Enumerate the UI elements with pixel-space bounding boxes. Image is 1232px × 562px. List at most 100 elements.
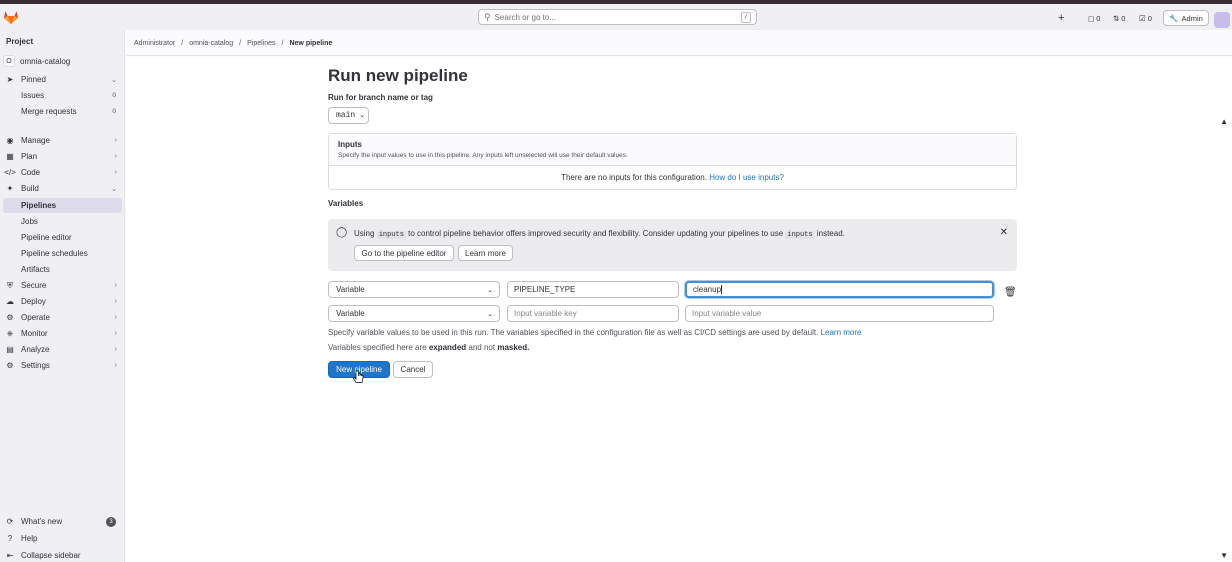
chevron-right-icon: › — [114, 298, 117, 305]
sidebar-item-whats-new[interactable]: ⟳ What's new 3 — [3, 514, 122, 529]
sidebar-item-pipeline-schedules[interactable]: Pipeline schedules — [3, 246, 122, 261]
search-input[interactable]: ⚲ Search or go to... / — [478, 9, 757, 25]
deploy-icon: ☁ — [6, 297, 14, 306]
sidebar-item-build[interactable]: ✦ Build ⌄ — [3, 181, 122, 196]
search-shortcut-hint: / — [741, 12, 751, 23]
sidebar-item-label: Merge requests — [21, 107, 77, 116]
rocket-icon: ✦ — [6, 184, 14, 193]
variable-value-input[interactable]: cleanup — [685, 281, 994, 298]
sidebar-item-artifacts[interactable]: Artifacts — [3, 262, 122, 277]
sidebar-item-analyze[interactable]: ▤ Analyze › — [3, 342, 122, 357]
variable-type-select[interactable]: Variable ⌄ — [328, 305, 500, 322]
plus-icon: + — [1058, 12, 1065, 24]
sidebar-item-label: Operate — [21, 313, 50, 322]
inputs-card: Inputs Specify the input values to use i… — [328, 133, 1017, 190]
sidebar-item-settings[interactable]: ⚙ Settings › — [3, 358, 122, 373]
sidebar-item-manage[interactable]: ◉ Manage › — [3, 133, 122, 148]
close-icon[interactable]: ✕ — [1000, 227, 1008, 238]
chevron-down-icon: ⌄ — [487, 286, 493, 294]
admin-button[interactable]: 🔧 Admin — [1163, 10, 1209, 26]
variable-key-input[interactable]: Input variable key — [507, 305, 679, 322]
pin-icon: ➤ — [6, 75, 14, 84]
todos-button[interactable]: ☑ 0 — [1139, 11, 1152, 25]
project-switcher[interactable]: O omnia-catalog — [3, 53, 123, 69]
breadcrumb-item[interactable]: omnia-catalog — [189, 40, 233, 47]
sidebar-item-label: Pinned — [21, 75, 46, 84]
variable-type-select[interactable]: Variable ⌄ — [328, 281, 500, 298]
sidebar-item-label: Build — [21, 184, 39, 193]
sidebar-item-deploy[interactable]: ☁ Deploy › — [3, 294, 122, 309]
breadcrumb-separator: / — [239, 40, 242, 47]
sidebar-item-label: Secure — [21, 281, 47, 290]
gitlab-logo-icon[interactable] — [3, 10, 19, 24]
collapse-sidebar-button[interactable]: ⇤ Collapse sidebar — [3, 548, 122, 562]
breadcrumb-item[interactable]: Pipelines — [247, 40, 275, 47]
create-new-button[interactable]: + — [1058, 11, 1064, 25]
sidebar-item-secure[interactable]: ⛨ Secure › — [3, 278, 122, 293]
search-placeholder: Search or go to... — [494, 12, 556, 22]
todo-checkbox-icon: ☑ — [1139, 13, 1146, 23]
alert-text: instead. — [816, 229, 845, 238]
inputs-title: Inputs — [338, 140, 362, 149]
sidebar-item-label: Pipelines — [21, 201, 57, 210]
sidebar-heading: Project — [6, 37, 34, 46]
sidebar-item-label: Pipeline editor — [21, 233, 72, 242]
branch-selector[interactable]: main ⌄ — [328, 107, 369, 124]
admin-label: Admin — [1181, 13, 1203, 23]
branch-value: main — [336, 111, 356, 120]
chevron-down-icon: ⌄ — [487, 310, 493, 318]
sidebar-item-label: Artifacts — [21, 265, 50, 274]
variable-key-input[interactable]: PIPELINE_TYPE — [507, 281, 679, 298]
trash-icon[interactable]: 🗑 — [1004, 287, 1017, 298]
user-avatar[interactable] — [1214, 12, 1230, 28]
sidebar-item-label: Manage — [21, 136, 50, 145]
alert-code: inputs — [376, 231, 406, 239]
sidebar-item-code[interactable]: </> Code › — [3, 165, 122, 180]
sidebar-item-pipelines[interactable]: Pipelines — [3, 198, 122, 213]
sidebar-item-plan[interactable]: ▦ Plan › — [3, 149, 122, 164]
issues-button[interactable]: ◻ 0 — [1088, 11, 1100, 25]
top-bar: ⚲ Search or go to... / + ◻ 0 ⇅ 0 ☑ 0 🔧 A… — [0, 4, 1232, 30]
sidebar-item-merge-requests[interactable]: Merge requests 0 — [3, 104, 122, 119]
project-name: omnia-catalog — [20, 56, 71, 66]
sidebar-item-operate[interactable]: ⚙ Operate › — [3, 310, 122, 325]
learn-more-button[interactable]: Learn more — [458, 245, 513, 261]
scroll-down-icon[interactable]: ▼ — [1220, 551, 1228, 560]
shield-icon: ⛨ — [7, 280, 13, 290]
merge-requests-button[interactable]: ⇅ 0 — [1113, 11, 1125, 25]
breadcrumb-separator: / — [281, 40, 284, 47]
operate-icon: ⚙ — [6, 313, 14, 322]
go-to-pipeline-editor-button[interactable]: Go to the pipeline editor — [354, 245, 454, 261]
inputs-empty-state: There are no inputs for this configurati… — [329, 173, 1016, 182]
variables-heading: Variables — [328, 199, 364, 208]
wrench-icon: 🔧 — [1169, 13, 1179, 23]
chevron-right-icon: › — [114, 330, 117, 337]
chevron-right-icon: › — [114, 282, 117, 289]
breadcrumb-current: New pipeline — [289, 40, 333, 47]
cancel-button[interactable]: Cancel — [393, 361, 433, 378]
sidebar-item-monitor[interactable]: ⎈ Monitor › — [3, 326, 122, 341]
branch-label: Run for branch name or tag — [328, 93, 433, 102]
chevron-right-icon: › — [114, 153, 117, 160]
lightbulb-icon: ◯ — [336, 227, 348, 238]
chevron-right-icon: › — [114, 137, 117, 144]
sidebar-item-label: Settings — [21, 361, 50, 370]
scroll-up-icon[interactable]: ▲ — [1220, 117, 1228, 126]
chevron-right-icon: › — [114, 169, 117, 176]
text-caret — [721, 285, 723, 294]
breadcrumb-item[interactable]: Administrator — [134, 40, 175, 47]
inputs-help-link[interactable]: How do I use inputs? — [709, 173, 784, 182]
alert-text: Using — [354, 229, 375, 238]
sidebar-item-pinned[interactable]: ➤ Pinned ⌄ — [3, 72, 122, 87]
breadcrumb: Administrator / omnia-catalog / Pipeline… — [134, 40, 332, 47]
learn-more-link[interactable]: Learn more — [821, 328, 862, 337]
sidebar-item-jobs[interactable]: Jobs — [3, 214, 122, 229]
sidebar-item-help[interactable]: ? Help — [3, 531, 122, 546]
sidebar-item-issues[interactable]: Issues 0 — [3, 88, 122, 103]
plan-icon: ▦ — [6, 152, 14, 161]
variable-value-input[interactable]: Input variable value — [685, 305, 994, 322]
sidebar-item-label: Issues — [21, 91, 45, 100]
page-title: Run new pipeline — [328, 66, 468, 85]
sidebar-item-pipeline-editor[interactable]: Pipeline editor — [3, 230, 122, 245]
note-bold: expanded — [428, 343, 467, 352]
